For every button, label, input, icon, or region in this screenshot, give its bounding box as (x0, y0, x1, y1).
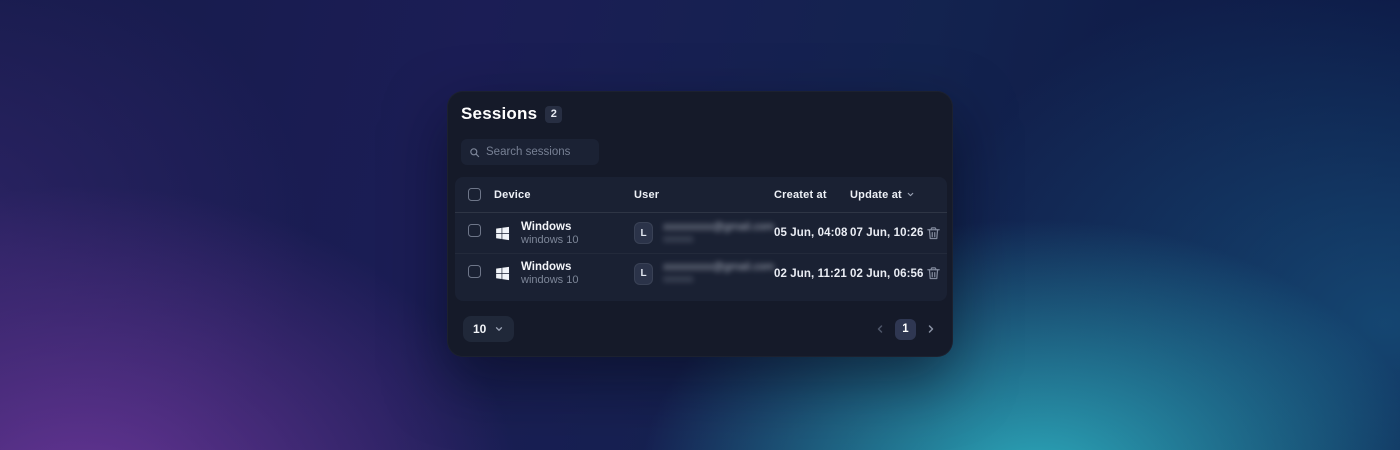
device-cell: Windows windows 10 (494, 220, 634, 247)
delete-session-trash-icon[interactable] (926, 226, 941, 241)
next-page-button[interactable] (925, 323, 937, 335)
user-name-blurred: xxxxxx (663, 274, 693, 286)
delete-session-trash-icon[interactable] (926, 266, 941, 281)
user-name-blurred: xxxxxx (663, 234, 693, 246)
search-icon (469, 147, 480, 158)
device-os: windows 10 (521, 234, 578, 247)
page-size-select[interactable]: 10 (463, 316, 514, 342)
select-all-checkbox[interactable] (468, 188, 481, 201)
created-at-value: 05 Jun, 04:08 (774, 227, 850, 239)
table-body: Windows windows 10 L xxxxxxxxx@gmail.com… (455, 213, 947, 293)
windows-icon (494, 225, 511, 242)
device-cell: Windows windows 10 (494, 260, 634, 287)
session-row: Windows windows 10 L xxxxxxxxx@gmail.com… (455, 213, 947, 253)
sort-chevron-down-icon (906, 190, 915, 199)
device-name: Windows (521, 260, 578, 274)
page-size-value: 10 (473, 322, 486, 336)
sessions-table: Device User Createt at Update at (455, 177, 947, 301)
device-os: windows 10 (521, 274, 578, 287)
device-name: Windows (521, 220, 578, 234)
session-row: Windows windows 10 L xxxxxxxxx@gmail.com… (455, 253, 947, 293)
user-email-blurred: xxxxxxxxx@gmail.com (663, 261, 774, 274)
desktop-background: Sessions 2 Device User Createt at Update… (0, 0, 1400, 450)
page-title: Sessions (461, 104, 537, 124)
row-checkbox[interactable] (468, 224, 481, 237)
user-cell: L xxxxxxxxx@gmail.com xxxxxx (634, 221, 774, 246)
column-header-updated[interactable]: Update at (850, 189, 926, 201)
sessions-card: Sessions 2 Device User Createt at Update… (447, 91, 953, 357)
table-header-row: Device User Createt at Update at (455, 177, 947, 213)
previous-page-button[interactable] (874, 323, 886, 335)
windows-icon (494, 265, 511, 282)
user-avatar: L (634, 222, 653, 244)
search-input[interactable] (486, 146, 591, 158)
row-checkbox[interactable] (468, 265, 481, 278)
user-avatar: L (634, 263, 653, 285)
updated-at-value: 02 Jun, 06:56 (850, 268, 926, 280)
column-header-user: User (634, 189, 774, 201)
card-footer: 10 1 (455, 316, 945, 342)
user-email-blurred: xxxxxxxxx@gmail.com (663, 221, 774, 234)
sessions-count-badge: 2 (545, 106, 562, 123)
card-header: Sessions 2 (455, 103, 945, 125)
column-header-updated-label: Update at (850, 189, 902, 201)
created-at-value: 02 Jun, 11:21 (774, 268, 850, 280)
current-page-button[interactable]: 1 (895, 319, 916, 340)
pagination: 1 (874, 319, 937, 340)
updated-at-value: 07 Jun, 10:26 (850, 227, 926, 239)
column-header-device: Device (494, 189, 634, 201)
user-cell: L xxxxxxxxx@gmail.com xxxxxx (634, 261, 774, 286)
chevron-down-icon (494, 324, 504, 334)
column-header-created: Createt at (774, 189, 850, 201)
search-box[interactable] (461, 139, 599, 165)
